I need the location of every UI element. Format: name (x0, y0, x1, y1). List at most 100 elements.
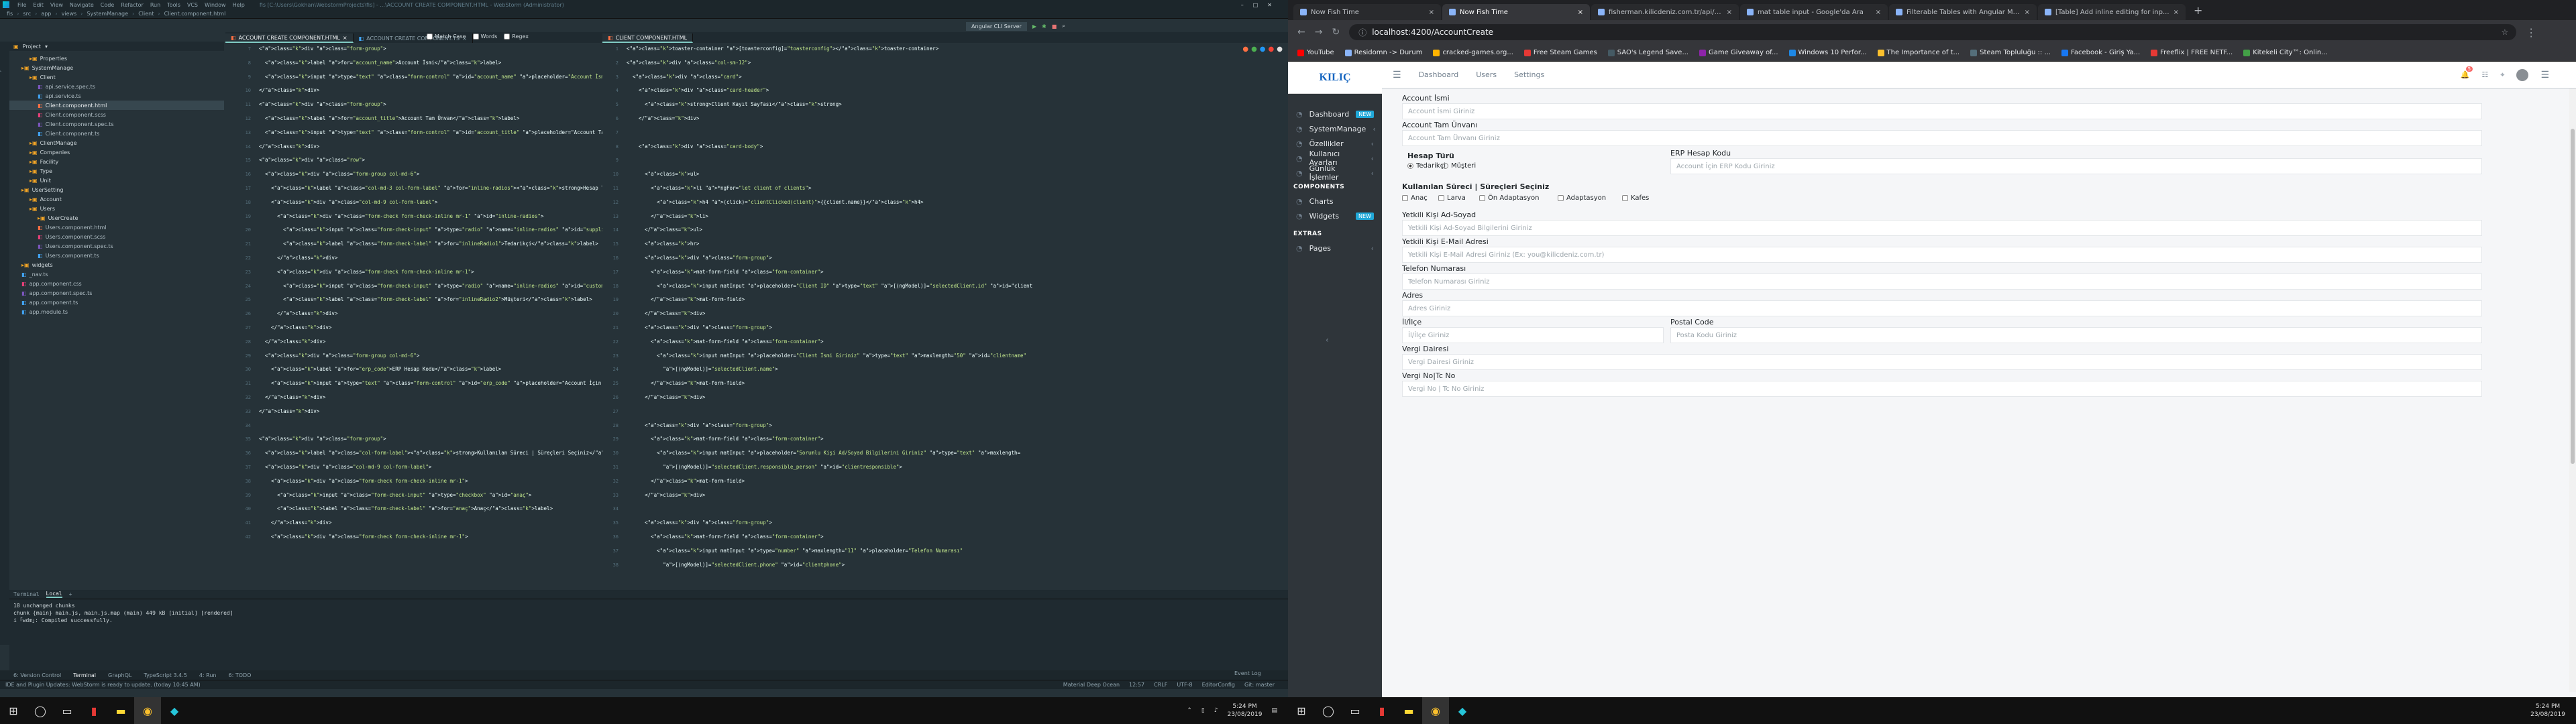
tool-window-button[interactable]: 6: TODO (228, 672, 251, 678)
code-line[interactable]: <"a">class="k">div "a">class="form-group… (259, 171, 419, 178)
tree-item[interactable]: ◧ Client.component.html (9, 101, 224, 110)
close-icon[interactable]: × (1429, 9, 1434, 16)
tree-item[interactable]: ◧ api.service.ts (9, 91, 224, 101)
code-line[interactable]: </"a">class="k">div> (259, 255, 337, 261)
tree-item[interactable]: ◧ Users.component.ts (9, 251, 224, 260)
process-checkbox[interactable]: Larva (1438, 194, 1466, 202)
sidebar-item[interactable]: ◔ Dashboard NEW (1288, 106, 1382, 122)
bookmark-item[interactable]: Freeflix | FREE NETF... (2151, 49, 2233, 56)
browser-tab[interactable]: Now Fish Time × (1442, 4, 1590, 20)
checkbox-icon[interactable] (504, 34, 511, 40)
tree-item[interactable]: ◧ Client.component.ts (9, 129, 224, 138)
text-input[interactable]: İl/İlçe Giriniz (1402, 327, 1664, 343)
terminal-tab[interactable]: Local (46, 591, 62, 598)
brand-logo[interactable]: KILIÇ (1288, 62, 1382, 94)
checkbox-icon[interactable] (1402, 195, 1408, 201)
breadcrumb-item[interactable]: SystemManage (87, 11, 128, 17)
code-line[interactable]: <"a">class="k">label "a">class="form-che… (259, 505, 553, 512)
text-input[interactable]: Vergi No | Tc No Giriniz (1402, 381, 2482, 397)
clock[interactable]: 5:24 PM 23/08/2019 (1228, 703, 1263, 719)
code-line[interactable]: <"a">class="k">div "a">class="form-check… (259, 213, 543, 220)
sidebar-item[interactable]: ◔ Widgets NEW (1288, 208, 1382, 224)
chrome-taskbar-icon[interactable]: ◉ (134, 697, 161, 724)
new-tab-icon[interactable]: + (2187, 4, 2209, 17)
process-checkbox[interactable]: Ön Adaptasyon (1479, 194, 1540, 202)
tree-item[interactable]: ◧ app.component.css (9, 279, 224, 288)
checkbox-icon[interactable] (1438, 195, 1444, 201)
run-config-select[interactable]: Angular CLI Server (966, 21, 1027, 31)
event-log-button[interactable]: Event Log (1234, 670, 1261, 676)
code-line[interactable]: "a">[(ngModel)]="selectedClient.responsi… (627, 464, 902, 471)
close-icon[interactable]: × (343, 35, 347, 41)
code-line[interactable]: </"a">class="k">div> (627, 394, 705, 401)
hamburger-icon[interactable]: ☰ (1393, 70, 1401, 80)
tree-item[interactable]: ◧ _nav.ts (9, 269, 224, 279)
address-bar[interactable]: ⓘ localhost:4200/AccountCreate ☆ (1349, 24, 2517, 40)
code-line[interactable]: <"a">class="k">div "a">class="col-md-9 c… (259, 464, 431, 471)
checkbox-icon[interactable] (1479, 195, 1485, 201)
code-line[interactable]: <"a">class="k">div "a">class="form-check… (259, 478, 468, 485)
text-input[interactable]: Yetkili Kişi E-Mail Adresi Giriniz (Ex: … (1402, 247, 2482, 263)
code-line[interactable]: <"a">class="k">div "a">class="form-group… (627, 422, 772, 429)
code-line[interactable]: <"a">class="k">hr> (627, 241, 699, 247)
code-line[interactable]: <"a">class="k">div "a">class="col-md-9 c… (259, 199, 437, 206)
tree-item[interactable]: ◧ app.component.ts (9, 298, 224, 307)
tree-item[interactable]: ▸▣ SystemManage (9, 63, 224, 72)
tree-item[interactable]: ◧ Users.component.scss (9, 232, 224, 241)
bottom-tool-bar[interactable]: 6: Version Control Terminal GraphQL TypeScr… (0, 670, 1288, 680)
code-line[interactable]: <"a">class="k">input matInput "a">type="… (627, 548, 963, 554)
code-line[interactable]: <"a">class="k">input "a">type="text" "a"… (259, 129, 602, 136)
code-line[interactable]: </"a">class="k">li> (627, 213, 708, 220)
terminal-tab[interactable]: Terminal (13, 591, 40, 597)
text-input[interactable]: Telefon Numarası Giriniz (1402, 274, 2482, 290)
code-line[interactable]: <"a">class="k">label "a">for="account_na… (259, 60, 501, 66)
sidebar-item[interactable]: ◔ SystemManage ‹ (1288, 121, 1382, 137)
sidebar-item[interactable]: ◔ Pages ‹ (1288, 240, 1382, 256)
topnav-link[interactable]: Users (1476, 70, 1497, 79)
code-line[interactable]: <"a">class="k">input "a">type="text" "a"… (259, 74, 602, 80)
breadcrumb-item[interactable]: views (62, 11, 77, 17)
terminal-output[interactable]: 18 unchanged chunks chunk {main} main.js,… (9, 599, 1288, 627)
text-input[interactable]: Account İsmi Giriniz (1402, 103, 2482, 119)
checkbox-icon[interactable] (427, 34, 433, 40)
project-tool-label[interactable]: Project (0, 63, 1, 79)
status-item[interactable]: UTF-8 (1177, 682, 1192, 688)
tool-window-button[interactable]: 4: Run (199, 672, 217, 678)
tree-item[interactable]: ▸▣ ClientManage (9, 138, 224, 147)
code-line[interactable]: <"a">class="k">label "a">class="form-che… (259, 296, 592, 303)
checkbox-icon[interactable] (472, 34, 479, 40)
tree-item[interactable]: ▸▣ Account (9, 194, 224, 204)
code-line[interactable]: <"a">class="k">input matInput "a">placeh… (627, 353, 1026, 359)
menu-item[interactable]: Help (233, 2, 245, 8)
code-line[interactable]: </"a">class="k">div> (627, 310, 705, 317)
ide-toolbar[interactable]: Angular CLI Server ▶ ✱ ■ ⌕ (966, 20, 1288, 32)
window-controls[interactable]: –□✕ (1241, 2, 1281, 8)
process-checkbox[interactable]: Adaptasyon (1558, 194, 1606, 202)
bookmark-item[interactable]: Steam Topluluğu :: ... (1970, 49, 2051, 56)
sidebar-item[interactable]: ◔ Charts (1288, 193, 1382, 209)
code-line[interactable]: <"a">class="k">div "a">class="form-group… (259, 353, 419, 359)
tree-item[interactable]: ◧ Users.component.spec.ts (9, 241, 224, 251)
code-line[interactable]: <"a">class="k">div "a">class="col-sm-12"… (627, 60, 751, 66)
bell-icon[interactable]: 🔔 5 (2461, 66, 2473, 79)
tree-item[interactable]: ◧ app.component.spec.ts (9, 288, 224, 298)
code-line[interactable]: <"a">class="k">mat-form-field "a">class=… (627, 269, 823, 276)
bookmark-item[interactable]: Residomn -> Durum (1344, 49, 1422, 56)
info-icon[interactable]: ⓘ (1358, 27, 1366, 38)
browser-tab[interactable]: Now Fish Time × (1293, 4, 1441, 20)
code-line[interactable]: </"a">class="k">div> (259, 520, 331, 526)
browser-tab[interactable]: fisherman.kilicdeniz.com.tr/api/v... × (1591, 4, 1739, 20)
page-scrollbar[interactable] (2569, 88, 2576, 692)
bookmark-star-icon[interactable]: ☆ (2501, 27, 2508, 37)
breadcrumb-item[interactable]: app (41, 11, 51, 17)
explorer-icon[interactable]: ▬ (107, 697, 134, 724)
tree-item[interactable]: ▸▣ Companies (9, 147, 224, 157)
media-icon[interactable]: ▮ (80, 697, 107, 724)
status-item[interactable]: 12:57 (1129, 682, 1144, 688)
list-icon[interactable]: ☷ (2481, 70, 2488, 79)
code-line[interactable]: <"a">class="k">div "a">class="form-group… (627, 324, 772, 331)
code-line[interactable]: </"a">class="k">mat-form-field> (627, 380, 745, 387)
code-line[interactable]: </"a">class="k">div> (259, 394, 325, 401)
editor-right-tabs[interactable]: ◧ CLIENT COMPONENT.HTML (602, 32, 1288, 43)
volume-icon[interactable]: ♪ (1214, 707, 1218, 714)
